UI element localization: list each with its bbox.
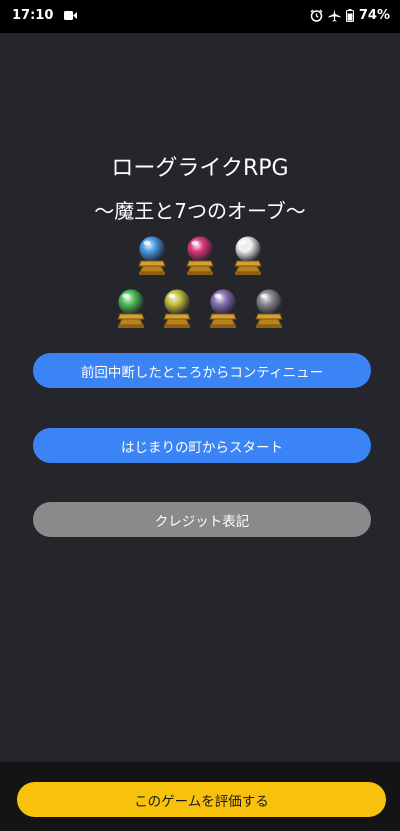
continue-button[interactable]: 前回中断したところからコンティニュー xyxy=(33,353,371,388)
green-orb-icon xyxy=(117,288,145,328)
orb-row-top xyxy=(0,233,400,277)
battery-icon xyxy=(345,9,354,22)
airplane-icon xyxy=(328,9,341,22)
credits-button-label: クレジット表記 xyxy=(154,513,250,530)
status-icons: 74% xyxy=(310,8,390,23)
blue-orb-icon xyxy=(138,235,166,275)
status-time: 17:10 xyxy=(12,8,54,23)
rate-game-button-label: このゲームを評価する xyxy=(134,793,269,810)
credits-button[interactable]: クレジット表記 xyxy=(33,502,371,537)
rate-game-button[interactable]: このゲームを評価する xyxy=(17,782,386,817)
bottom-bar: このゲームを評価する xyxy=(0,762,400,831)
game-title: ローグライクRPG xyxy=(111,156,289,181)
pink-orb-icon xyxy=(186,235,214,275)
start-button-label: はじまりの町からスタート xyxy=(121,439,283,456)
yellow-orb-icon xyxy=(163,288,191,328)
game-subtitle: 〜魔王と7つのオーブ〜 xyxy=(94,199,306,223)
start-button[interactable]: はじまりの町からスタート xyxy=(33,428,371,463)
orb-row-bottom xyxy=(0,286,400,330)
battery-percent: 74% xyxy=(358,8,390,23)
video-record-icon xyxy=(64,11,77,20)
status-bar: 17:10 74% xyxy=(0,0,400,33)
purple-orb-icon xyxy=(209,288,237,328)
gray-orb-icon xyxy=(255,288,283,328)
alarm-icon xyxy=(310,9,323,22)
white-orb-icon xyxy=(234,235,262,275)
continue-button-label: 前回中断したところからコンティニュー xyxy=(80,364,324,381)
